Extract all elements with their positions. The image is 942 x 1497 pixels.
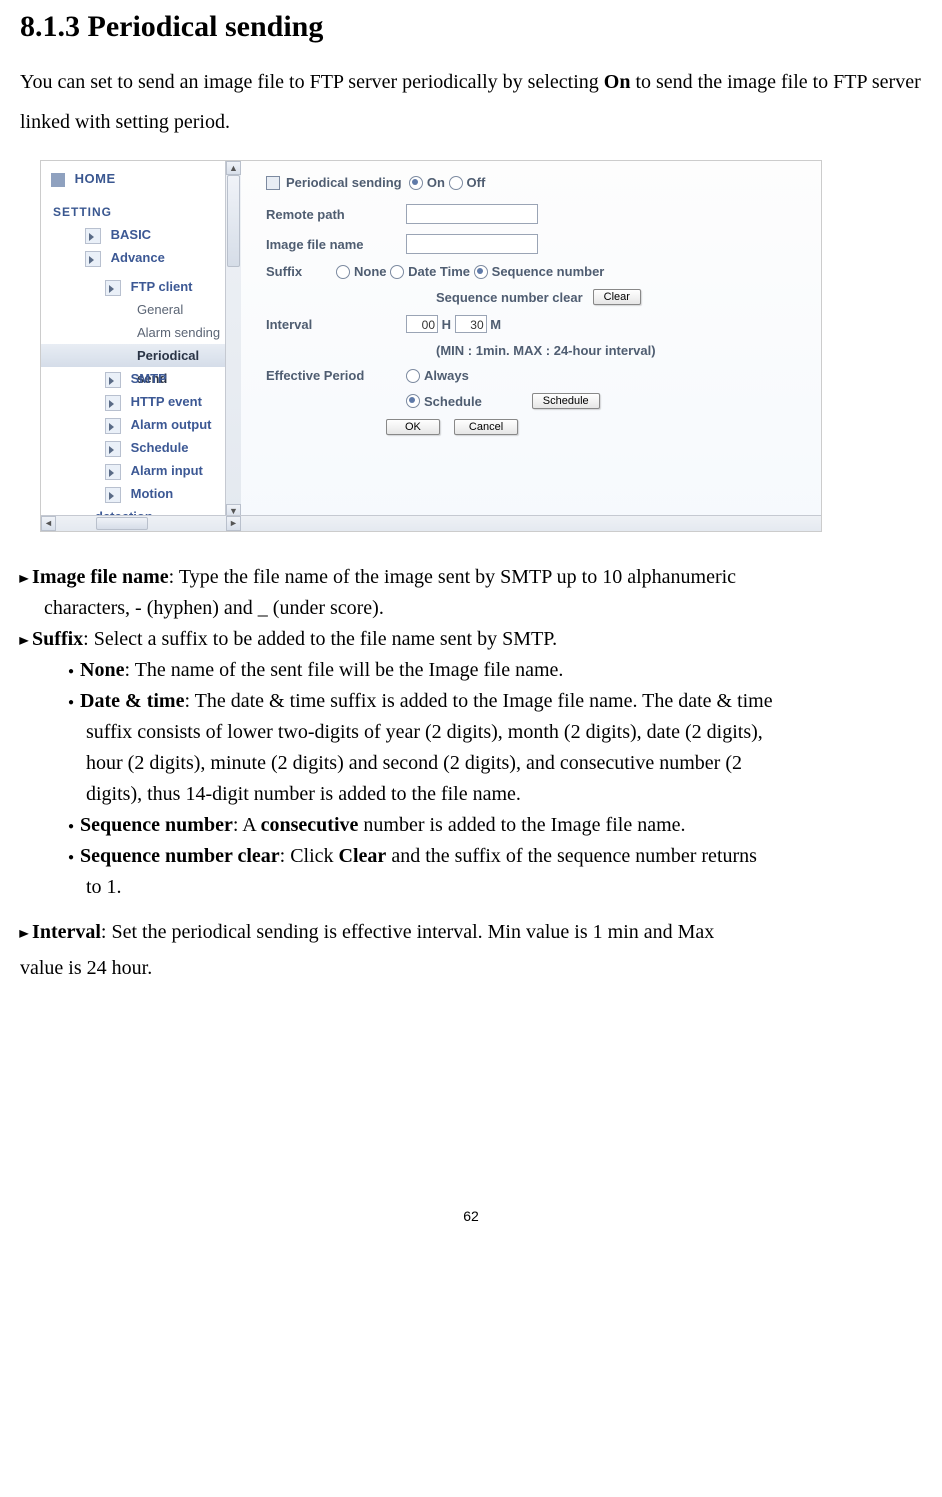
expand-icon [105,441,121,457]
input-image-file-name[interactable] [406,234,538,254]
label-suffix: Suffix [266,264,336,279]
scroll-up-icon[interactable]: ▲ [226,161,241,175]
radio-suffix-none[interactable] [336,265,350,279]
desc-suffix: Suffix: Select a suffix to be added to t… [20,624,922,655]
desc-seqnum-clear-2: to 1. [20,872,922,903]
intro-paragraph: You can set to send an image file to FTP… [20,62,922,142]
expand-icon [105,372,121,388]
sidebar-alarm-input-label[interactable]: Alarm input [131,463,203,478]
sidebar-basic[interactable]: BASIC [41,223,226,246]
sidebar-vscroll[interactable]: ▲ ▼ [225,161,241,518]
sidebar-list: HOME SETTING BASIC Advance FTP client [41,161,226,518]
desc-interval-2: value is 24 hour. [20,948,922,988]
input-interval-mins[interactable]: 30 [455,315,487,333]
sidebar-ftp-label[interactable]: FTP client [131,279,193,294]
sidebar-motion-detection[interactable]: Motion detection [41,482,226,505]
desc-image-file-name-2: characters, - (hyphen) and _ (under scor… [20,593,922,624]
sidebar-setting: SETTING [41,200,226,223]
input-remote-path[interactable] [406,204,538,224]
sidebar-advance-label[interactable]: Advance [111,250,165,265]
sidebar-periodical-sending[interactable]: Periodical send [41,344,226,367]
clear-button[interactable]: Clear [593,289,641,305]
label-off: Off [467,175,486,190]
expand-icon [85,228,101,244]
desc-interval-1: Interval: Set the periodical sending is … [20,917,922,948]
expand-icon [105,280,121,296]
cancel-button[interactable]: Cancel [454,419,518,435]
sidebar-schedule-label[interactable]: Schedule [131,440,189,455]
sidebar-http-event[interactable]: HTTP event [41,390,226,413]
range-hint: (MIN : 1min. MAX : 24-hour interval) [436,343,656,358]
scroll-left-icon[interactable]: ◄ [41,516,56,531]
label-schedule: Schedule [424,394,482,409]
desc-datetime-2: suffix consists of lower two-digits of y… [20,717,922,748]
home-icon [51,173,65,187]
expand-icon [85,251,101,267]
intro-text-a: You can set to send an image file to FTP… [20,71,604,93]
radio-always[interactable] [406,369,420,383]
sidebar-alarm-input[interactable]: Alarm input [41,459,226,482]
radio-on[interactable] [409,176,423,190]
page-number: 62 [20,1208,922,1224]
desc-datetime-3: hour (2 digits), minute (2 digits) and s… [20,748,922,779]
desc-seqnum: Sequence number: A consecutive number is… [20,810,922,841]
desc-none: None: The name of the sent file will be … [20,655,922,686]
radio-schedule[interactable] [406,394,420,408]
label-interval: Interval [266,317,406,332]
sidebar-smtp-label[interactable]: SMTP [131,371,167,386]
sidebar-setting-label: SETTING [53,205,112,219]
content-title: Periodical sending [286,175,402,190]
input-interval-hours[interactable]: 00 [406,315,438,333]
label-image-file-name: Image file name [266,237,406,252]
sidebar-http-event-label[interactable]: HTTP event [131,394,202,409]
label-always: Always [424,368,469,383]
scroll-thumb[interactable] [227,175,240,267]
expand-icon [105,418,121,434]
label-suffix-none: None [354,264,387,279]
expand-icon [105,395,121,411]
sidebar-alarm-output[interactable]: Alarm output [41,413,226,436]
sidebar-alarm-output-label[interactable]: Alarm output [131,417,212,432]
label-suffix-seqnum: Sequence number [492,264,605,279]
label-h: H [442,317,451,332]
sidebar-alarm-sending[interactable]: Alarm sending [41,321,226,344]
label-remote-path: Remote path [266,207,406,222]
ok-button[interactable]: OK [386,419,440,435]
desc-seqnum-clear-1: Sequence number clear: Click Clear and t… [20,841,922,872]
screenshot-panel: HOME SETTING BASIC Advance FTP client [40,160,822,532]
sidebar-general[interactable]: General [41,298,226,321]
sidebar-home-label[interactable]: HOME [75,171,116,186]
expand-icon [105,464,121,480]
label-seq-clear: Sequence number clear [436,290,583,305]
radio-off[interactable] [449,176,463,190]
desc-datetime-4: digits), thus 14-digit number is added t… [20,779,922,810]
sidebar-home[interactable]: HOME [41,167,226,190]
sidebar: HOME SETTING BASIC Advance FTP client [41,161,241,518]
label-effective-period: Effective Period [266,368,406,383]
schedule-button[interactable]: Schedule [532,393,600,409]
desc-image-file-name-1: Image file name: Type the file name of t… [20,562,922,593]
sidebar-ftp-client[interactable]: FTP client [41,275,226,298]
radio-suffix-datetime[interactable] [390,265,404,279]
sidebar-basic-label[interactable]: BASIC [111,227,151,242]
radio-suffix-seqnum[interactable] [474,265,488,279]
label-suffix-datetime: Date Time [408,264,470,279]
sidebar-schedule-nav[interactable]: Schedule [41,436,226,459]
label-on: On [427,175,445,190]
intro-on: On [604,71,631,93]
desc-datetime-1: Date & time: The date & time suffix is a… [20,686,922,717]
expand-icon [105,487,121,503]
sidebar-advance[interactable]: Advance [41,246,226,269]
scroll-thumb-h[interactable] [96,517,148,530]
content-panel: Periodical sending On Off Remote path Im… [256,161,821,531]
description-block: Image file name: Type the file name of t… [20,562,922,988]
sidebar-smtp[interactable]: SMTP [41,367,226,390]
section-title: 8.1.3 Periodical sending [20,10,922,44]
label-m: M [490,317,501,332]
scroll-right-icon[interactable]: ► [226,516,241,531]
panel-icon [266,176,280,190]
